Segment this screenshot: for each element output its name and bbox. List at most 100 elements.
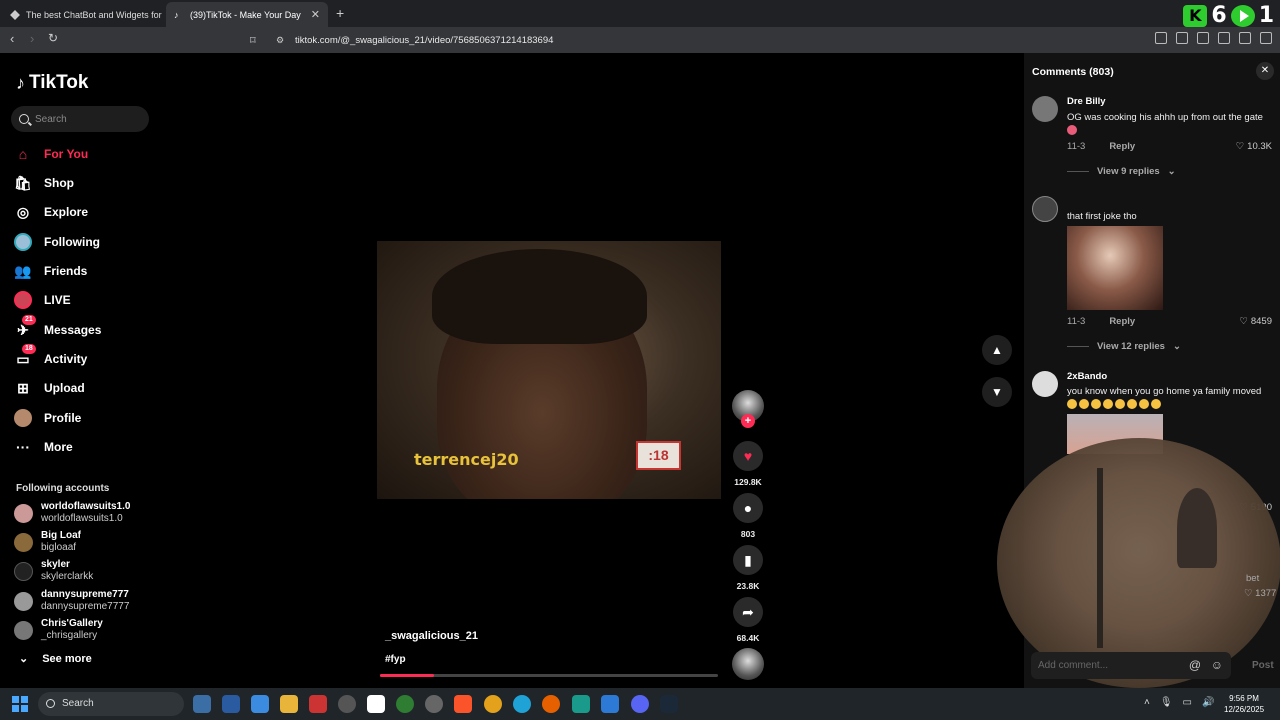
close-tab-icon[interactable]: ✕: [311, 8, 320, 21]
nav-explore[interactable]: ◎ Explore: [14, 201, 88, 223]
app-icon[interactable]: [425, 695, 443, 713]
taskbar-search[interactable]: Search: [38, 692, 184, 716]
comment-button[interactable]: ● 803: [732, 493, 764, 539]
like-button[interactable]: ♥ 129.8K: [732, 441, 764, 487]
back-icon[interactable]: ‹: [10, 31, 14, 46]
mention-icon[interactable]: @: [1189, 652, 1201, 679]
sound-avatar[interactable]: [732, 648, 764, 680]
save-count: 23.8K: [736, 581, 760, 591]
video-author[interactable]: _swagalicious_21: [385, 630, 478, 642]
file-explorer-icon[interactable]: [280, 695, 298, 713]
video-player[interactable]: terrencej20 :18: [377, 241, 721, 499]
browser-tab-tiktok[interactable]: ♪ (39)TikTok - Make Your Day ✕: [166, 2, 328, 27]
video-progress-bar[interactable]: [380, 674, 718, 677]
address-bar[interactable]: ⌑ ⚙ tiktok.com/@_swagalicious_21/video/7…: [244, 29, 992, 51]
avatar[interactable]: [1032, 196, 1058, 222]
comment-image[interactable]: [1067, 226, 1163, 310]
emoji-icon: [1067, 125, 1077, 136]
view-replies-button[interactable]: View 12 replies ⌄: [1067, 341, 1181, 352]
app-icon[interactable]: [338, 695, 356, 713]
chevron-up-icon[interactable]: ˄: [1144, 697, 1150, 708]
view-replies-button[interactable]: View 9 replies ⌄: [1067, 166, 1176, 177]
video-hashtag[interactable]: #fyp: [385, 654, 406, 665]
nav-live[interactable]: LIVE: [14, 289, 71, 311]
app-icon[interactable]: [309, 695, 327, 713]
tiktok-logo[interactable]: ♪ TikTok: [16, 72, 88, 94]
emoji-picker-icon[interactable]: ☺: [1211, 652, 1223, 679]
edge-icon[interactable]: [513, 695, 531, 713]
chrome-icon[interactable]: [484, 695, 502, 713]
next-video-button[interactable]: ▼: [982, 377, 1012, 407]
chevron-down-icon: ▼: [991, 385, 1003, 399]
browser-tab-chatbot[interactable]: The best ChatBot and Widgets for Ki: [2, 2, 162, 27]
following-account[interactable]: Big Loaf bigloaaf: [14, 530, 81, 554]
play-extension-icon[interactable]: [1230, 4, 1255, 27]
nav-messages[interactable]: ✈ 21 Messages: [14, 315, 102, 341]
windows-start-icon[interactable]: [12, 696, 28, 712]
taskbar-clock[interactable]: 9:56 PM 12/26/2025: [1224, 693, 1264, 715]
search-placeholder: Search: [35, 113, 67, 125]
nav-profile[interactable]: Profile: [14, 407, 81, 429]
nav-more[interactable]: ··· More: [14, 436, 73, 458]
nav-following[interactable]: Following: [14, 231, 100, 253]
nav-friends[interactable]: 👥 Friends: [14, 260, 87, 282]
nav-for-you[interactable]: ⌂ For You: [14, 143, 88, 165]
nav-shop[interactable]: 🛍 Shop: [14, 172, 74, 194]
app-icon[interactable]: [222, 695, 240, 713]
save-button[interactable]: ▮ 23.8K: [732, 545, 764, 591]
task-view-icon[interactable]: [193, 695, 211, 713]
following-account[interactable]: worldoflawsuits1.0 worldoflawsuits1.0: [14, 501, 130, 525]
firefox-icon[interactable]: [542, 695, 560, 713]
network-icon[interactable]: ▭: [1183, 697, 1192, 708]
nav-activity[interactable]: ▭ 18 Activity: [14, 344, 87, 370]
avatar: [14, 620, 33, 640]
bookmark-icon[interactable]: ⌑: [250, 34, 256, 47]
following-account[interactable]: dannysupreme777 dannysupreme7777: [14, 589, 129, 613]
steam-icon[interactable]: [660, 695, 678, 713]
k-extension-icon[interactable]: K: [1183, 4, 1208, 27]
avatar[interactable]: [1032, 371, 1058, 397]
wallet-icon[interactable]: [1218, 32, 1230, 44]
post-button[interactable]: Post: [1252, 660, 1274, 671]
close-comments-button[interactable]: ✕: [1256, 62, 1274, 80]
following-account[interactable]: Chris'Gallery _chrisgallery: [14, 618, 103, 642]
view-replies-label: View 12 replies: [1097, 341, 1165, 352]
sidebar-icon[interactable]: [1176, 32, 1188, 44]
share-button[interactable]: ➦ 68.4K: [732, 597, 764, 643]
volume-icon[interactable]: 🔊: [1202, 697, 1214, 708]
extensions-icon[interactable]: [1155, 32, 1167, 44]
capcut-icon[interactable]: [367, 695, 385, 713]
nav-label: Shop: [44, 176, 74, 190]
comment-like-button[interactable]: ♡ 8459: [1239, 316, 1272, 327]
site-info-icon[interactable]: ⚙: [276, 35, 284, 46]
menu-icon[interactable]: [1260, 32, 1272, 44]
app-icon[interactable]: [251, 695, 269, 713]
app-icon[interactable]: [396, 695, 414, 713]
browser-tab-bar: The best ChatBot and Widgets for Ki ♪ (3…: [0, 0, 1280, 28]
previous-video-button[interactable]: ▲: [982, 335, 1012, 365]
reply-button[interactable]: Reply: [1109, 141, 1135, 152]
comment-user[interactable]: 2xBando: [1067, 371, 1107, 382]
see-more-button[interactable]: ⌄ See more: [19, 652, 92, 666]
follow-plus-icon[interactable]: +: [741, 414, 755, 428]
reload-icon[interactable]: ↻: [48, 31, 58, 45]
shield-icon[interactable]: [1239, 32, 1251, 44]
nav-label: Messages: [44, 323, 102, 337]
brave-icon[interactable]: [454, 695, 472, 713]
microphone-icon[interactable]: 🎙: [1160, 697, 1173, 708]
comment-user[interactable]: Dre Billy: [1067, 96, 1106, 107]
avatar[interactable]: [1032, 96, 1058, 122]
discord-icon[interactable]: [631, 695, 649, 713]
comment-like-button[interactable]: ♡ 10.3K: [1236, 141, 1272, 152]
new-tab-button[interactable]: +: [336, 5, 344, 21]
nav-upload[interactable]: ⊞ Upload: [14, 377, 85, 399]
add-comment-input[interactable]: Add comment... @ ☺: [1031, 652, 1231, 679]
creator-avatar[interactable]: +: [732, 390, 764, 428]
app-icon[interactable]: [572, 695, 590, 713]
forward-icon[interactable]: ›: [30, 31, 34, 46]
reply-button[interactable]: Reply: [1109, 316, 1135, 327]
search-input[interactable]: Search: [11, 106, 149, 132]
vscode-icon[interactable]: [601, 695, 619, 713]
media-icon[interactable]: [1197, 32, 1209, 44]
following-account[interactable]: skyler skylerclarkk: [14, 559, 93, 583]
